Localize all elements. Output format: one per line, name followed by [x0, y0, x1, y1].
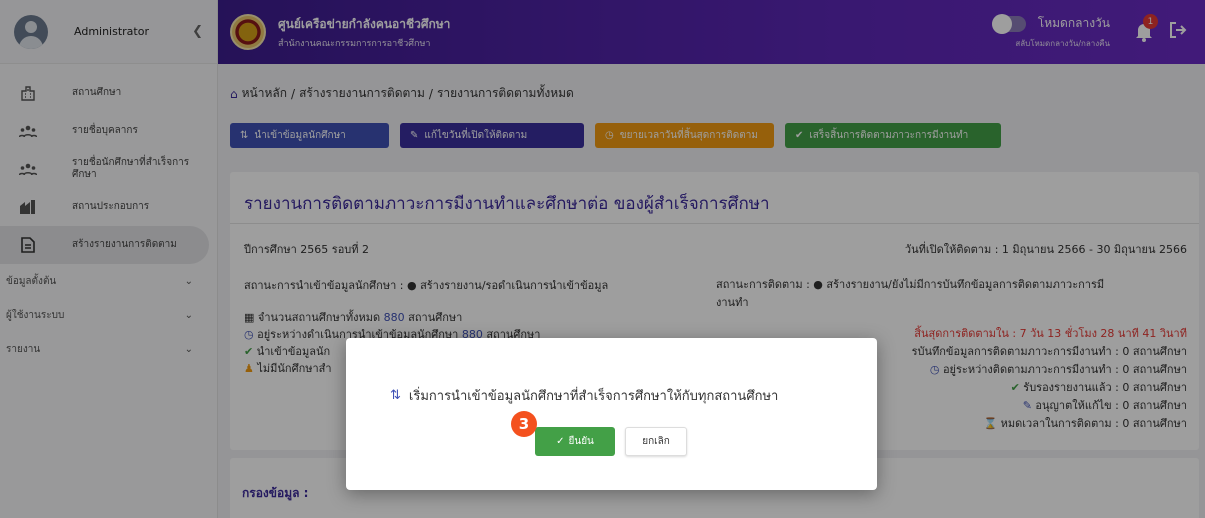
button-label: ยกเลิก	[642, 436, 670, 447]
check-circle-icon: ✓	[556, 436, 565, 447]
confirm-dialog: ⇅ เริ่มการนำเข้าข้อมูลนักศึกษาที่สำเร็จก…	[346, 338, 877, 490]
cancel-button[interactable]: ยกเลิก	[625, 427, 687, 456]
button-label: ยืนยัน	[568, 436, 594, 447]
step-marker: 3	[511, 411, 537, 437]
import-icon: ⇅	[390, 388, 401, 403]
dialog-message: ⇅ เริ่มการนำเข้าข้อมูลนักศึกษาที่สำเร็จก…	[390, 388, 779, 404]
confirm-button[interactable]: ✓ ยืนยัน	[535, 427, 615, 456]
